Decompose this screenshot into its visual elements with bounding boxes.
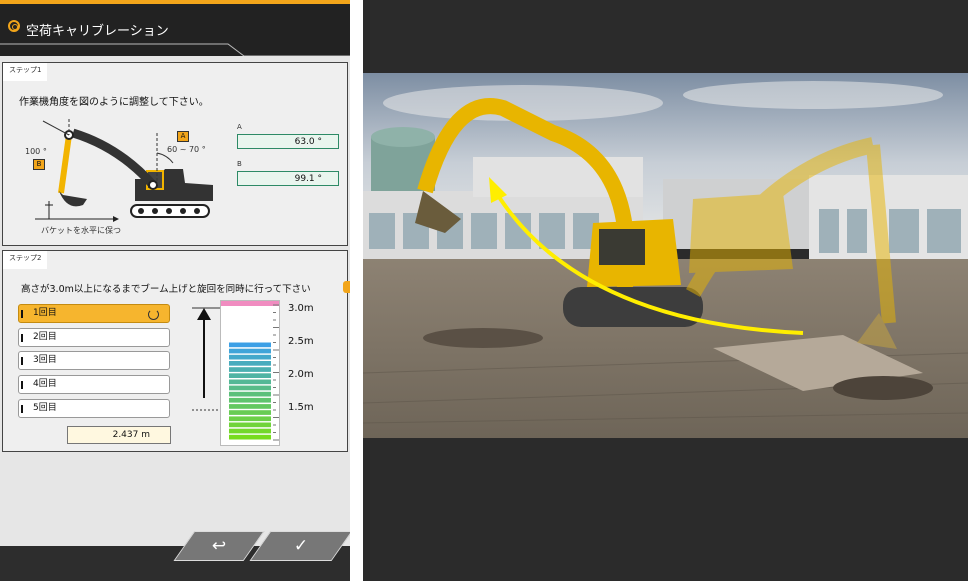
value-a-label: A (237, 123, 242, 131)
level-segment (229, 373, 271, 378)
step1-panel: ステップ1 作業機角度を図のように調整して下さい。 A B 60 ~ 70 ° … (2, 62, 348, 246)
count-button-5[interactable]: 5回目 (18, 399, 170, 418)
return-icon: ↩ (211, 536, 227, 556)
loading-spinner-icon (148, 309, 159, 320)
side-tab-handle[interactable] (343, 281, 350, 293)
step2-instruction: 高さが3.0m以上になるまでブーム上げと旋回を同時に行って下さい (21, 284, 311, 295)
lift-arrow-icon (192, 307, 220, 411)
level-segment (229, 410, 271, 415)
count-label-3: 3回目 (33, 355, 57, 365)
count-button-2[interactable]: 2回目 (18, 328, 170, 347)
step2-label: ステップ2 (3, 251, 48, 269)
bucket-caption: バケットを水平に保つ (41, 226, 121, 235)
level-segment (229, 367, 271, 372)
level-segment (229, 354, 271, 360)
count-button-4[interactable]: 4回目 (18, 375, 170, 394)
level-segment (229, 379, 271, 385)
camera-view-frame (363, 0, 968, 581)
value-b-field: 99.1 ° (237, 171, 339, 186)
boom-angle-text: 60 ~ 70 ° (167, 145, 206, 154)
level-segment (229, 422, 271, 428)
level-segment (229, 391, 271, 397)
calibration-panel: 空荷キャリブレーション ステップ1 作業機角度を図のように調整して下さい。 A … (0, 0, 350, 581)
level-segment (229, 361, 271, 366)
level-segment (229, 397, 271, 403)
scale-label-2-5: 2.5m (288, 336, 314, 347)
construction-site-image (363, 73, 968, 438)
height-meter (220, 300, 280, 446)
count-label-5: 5回目 (33, 403, 57, 413)
count-button-3[interactable]: 3回目 (18, 351, 170, 370)
value-b-label: B (237, 160, 242, 168)
excavator-photo (363, 73, 968, 438)
excavator-diagram (35, 119, 213, 222)
current-height-field: 2.437 m (67, 426, 171, 444)
level-segment (229, 428, 271, 434)
title-bar: 空荷キャリブレーション (0, 0, 350, 56)
height-level-bars (229, 304, 279, 441)
count-label-1: 1回目 (33, 308, 57, 318)
level-segment (229, 342, 271, 348)
arm-angle-text: 100 ° (25, 147, 47, 156)
scale-label-1-5: 1.5m (288, 402, 314, 413)
step1-label: ステップ1 (3, 63, 48, 81)
marker-a-badge: A (177, 131, 189, 142)
count-label-4: 4回目 (33, 379, 57, 389)
count-label-2: 2回目 (33, 332, 57, 342)
marker-b-badge: B (33, 159, 45, 170)
step1-instruction: 作業機角度を図のように調整して下さい。 (19, 97, 209, 108)
check-icon: ✓ (293, 536, 309, 556)
scale-label-2-0: 2.0m (288, 369, 314, 380)
level-segment (229, 434, 271, 440)
count-button-1[interactable]: 1回目 (18, 304, 170, 323)
scale-label-3-0: 3.0m (288, 303, 314, 314)
value-a-field: 63.0 ° (237, 134, 339, 149)
level-segment (229, 385, 271, 391)
level-segment (229, 404, 271, 409)
level-segment (229, 348, 271, 354)
level-segment (229, 416, 271, 422)
title-divider (0, 43, 350, 56)
